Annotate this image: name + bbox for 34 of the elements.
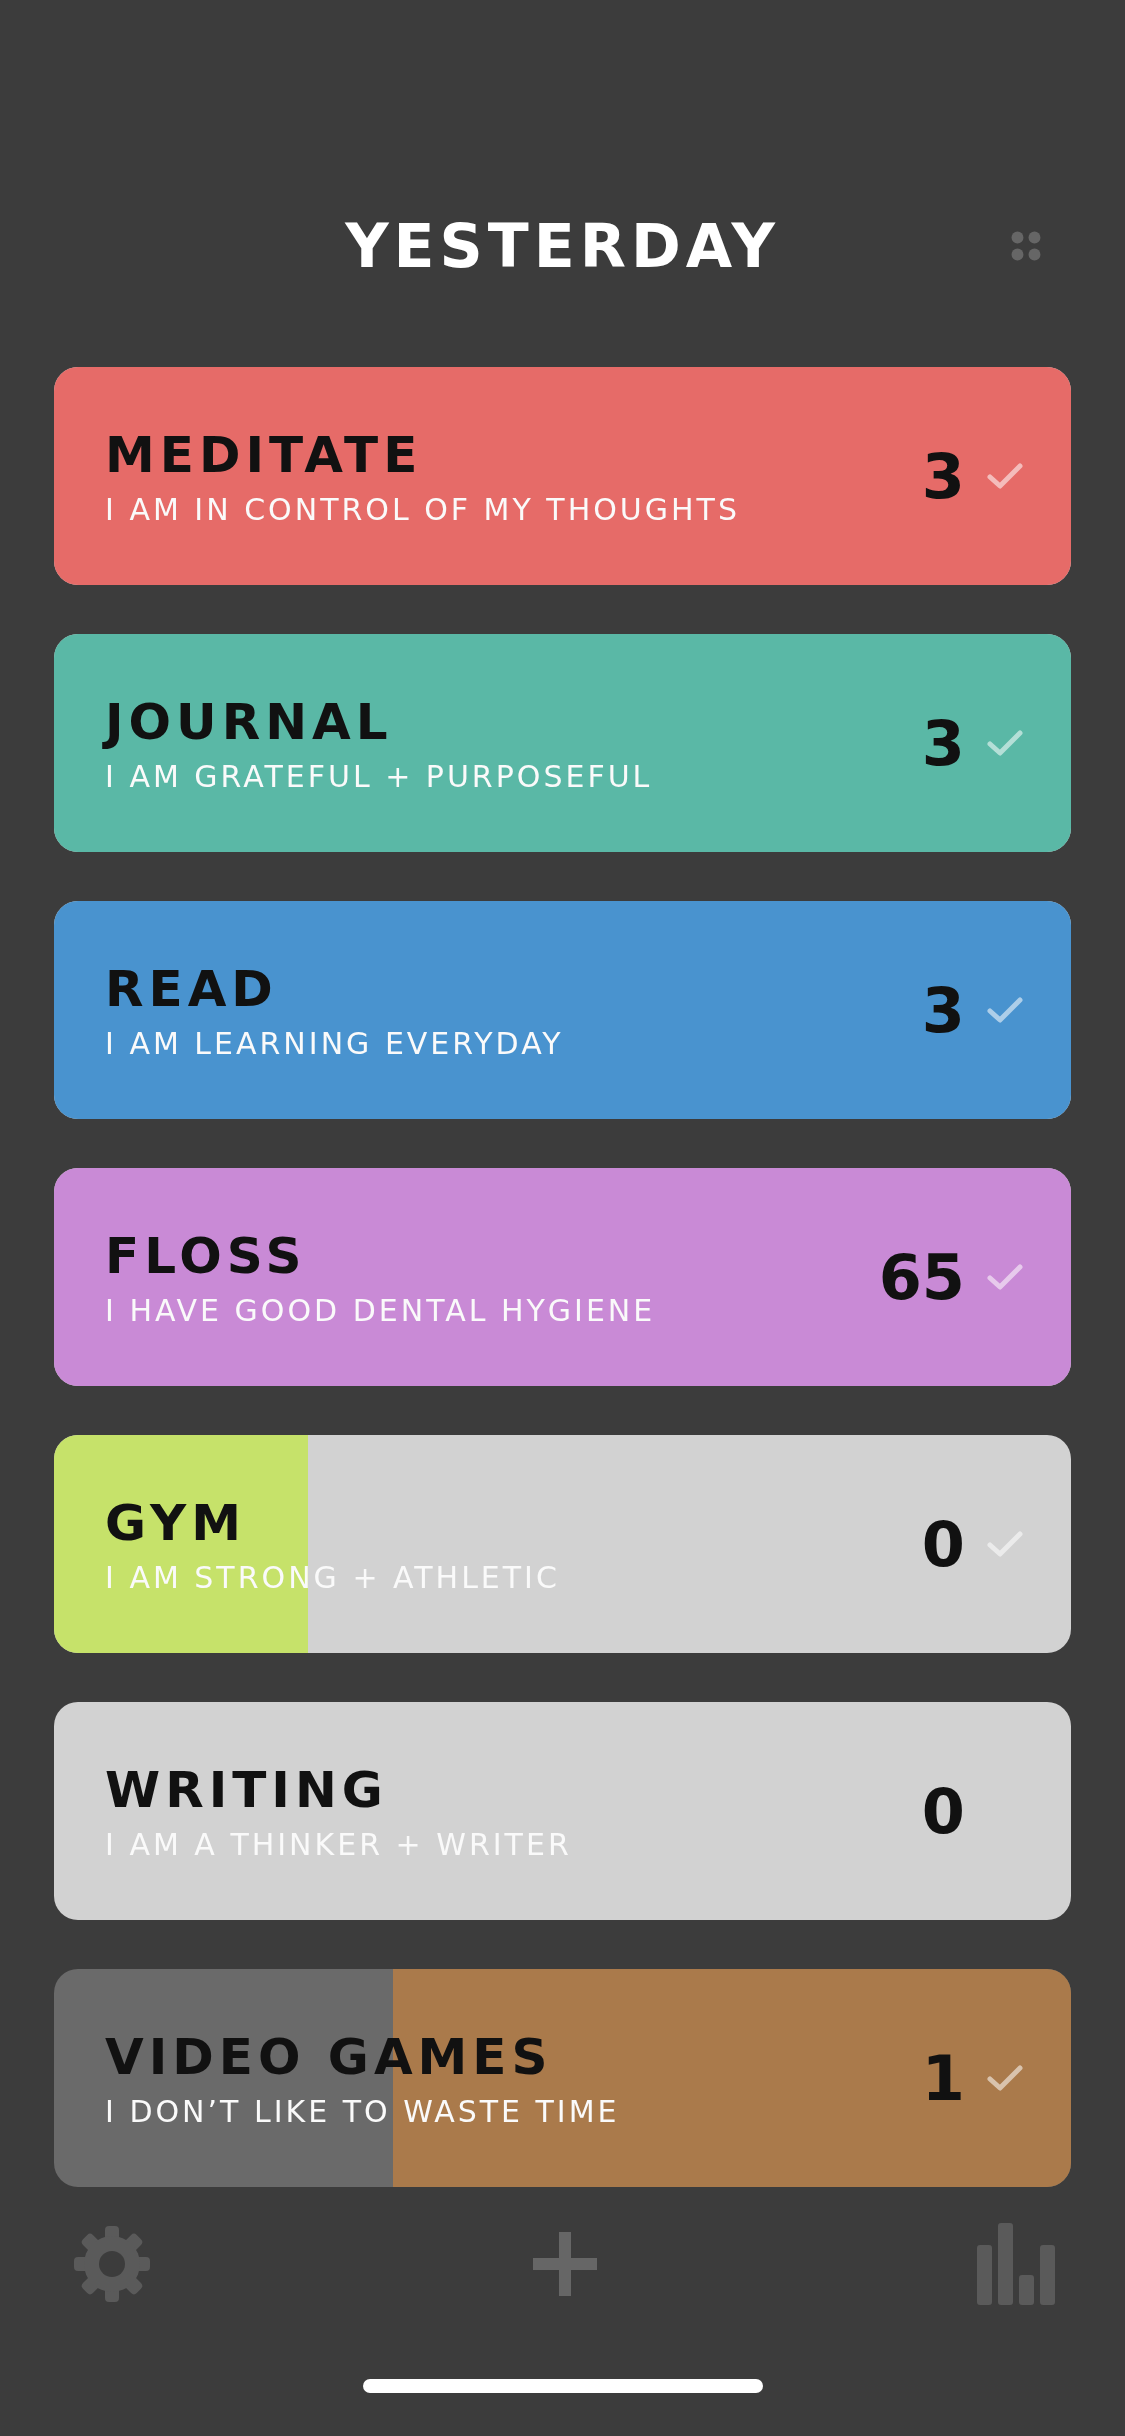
habit-affirmation: I HAVE GOOD DENTAL HYGIENE — [105, 1292, 657, 1328]
habit-card[interactable]: JOURNAL I AM GRATEFUL + PURPOSEFUL 3 — [54, 634, 1071, 852]
habit-count: 0 — [921, 1507, 965, 1581]
habit-count: 3 — [921, 439, 965, 513]
habit-affirmation: I AM LEARNING EVERYDAY — [105, 1025, 565, 1061]
habit-count: 65 — [878, 1240, 965, 1314]
settings-icon[interactable] — [72, 2224, 152, 2304]
screen-title: YESTERDAY — [345, 211, 780, 281]
check-icon[interactable] — [987, 462, 1023, 490]
habit-name: MEDITATE — [105, 425, 424, 484]
add-icon[interactable] — [532, 2232, 597, 2296]
habit-affirmation: I AM GRATEFUL + PURPOSEFUL — [105, 758, 654, 794]
habit-name: FLOSS — [105, 1226, 308, 1285]
check-icon[interactable] — [987, 996, 1023, 1024]
check-icon[interactable] — [987, 2064, 1023, 2092]
habit-count: 3 — [921, 706, 965, 780]
habit-name: VIDEO GAMES — [105, 2027, 554, 2086]
habit-name: READ — [105, 959, 279, 1018]
check-icon[interactable] — [987, 1530, 1023, 1558]
check-icon[interactable] — [987, 1263, 1023, 1291]
habit-card[interactable]: FLOSS I HAVE GOOD DENTAL HYGIENE 65 — [54, 1168, 1071, 1386]
habit-card[interactable]: MEDITATE I AM IN CONTROL OF MY THOUGHTS 3 — [54, 367, 1071, 585]
habit-card[interactable]: VIDEO GAMES I DON’T LIKE TO WASTE TIME 1 — [54, 1969, 1071, 2187]
stats-icon[interactable] — [977, 2223, 1055, 2305]
habit-affirmation: I DON’T LIKE TO WASTE TIME — [105, 2093, 621, 2129]
habit-count: 1 — [921, 2041, 965, 2115]
check-icon[interactable] — [987, 729, 1023, 757]
habit-name: WRITING — [105, 1760, 389, 1819]
habit-count: 0 — [921, 1774, 965, 1848]
habit-name: GYM — [105, 1493, 247, 1552]
habit-card[interactable]: READ I AM LEARNING EVERYDAY 3 — [54, 901, 1071, 1119]
grid-icon[interactable] — [1009, 229, 1043, 263]
habit-affirmation: I AM IN CONTROL OF MY THOUGHTS — [105, 491, 741, 527]
habit-count: 3 — [921, 973, 965, 1047]
